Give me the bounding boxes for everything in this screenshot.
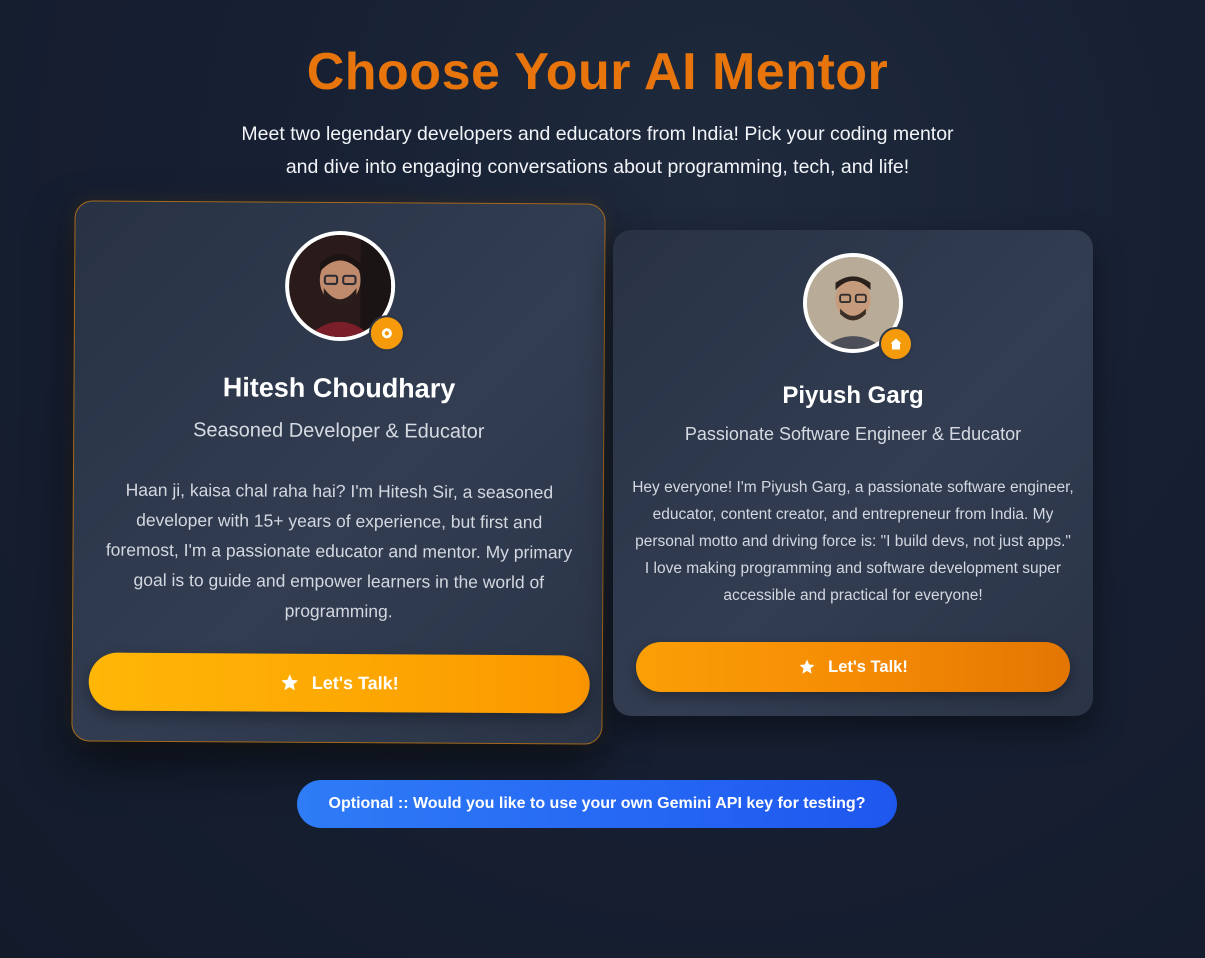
subtitle-line-2: and dive into engaging conversations abo…	[285, 156, 910, 178]
mentor-card-piyush[interactable]: Piyush Garg Passionate Software Engineer…	[613, 230, 1093, 716]
page-title: Choose Your AI Mentor	[306, 43, 889, 101]
mentor-name: Piyush Garg	[782, 382, 924, 409]
subtitle-line-1: Meet two legendary developers and educat…	[241, 123, 954, 145]
mentor-description: Hey everyone! I'm Piyush Garg, a passion…	[632, 479, 1074, 604]
lets-talk-button-hitesh[interactable]: Let's Talk!	[88, 652, 590, 714]
mentor-role: Passionate Software Engineer & Educator	[684, 424, 1022, 444]
chai-cup-icon	[368, 315, 405, 352]
star-icon	[798, 658, 816, 676]
avatar-wrapper	[284, 230, 405, 352]
star-icon	[280, 673, 300, 693]
mentor-card-hitesh[interactable]: Hitesh Choudhary Seasoned Developer & Ed…	[71, 200, 606, 745]
page-subtitle: Meet two legendary developers and educat…	[0, 118, 1195, 184]
button-label: Let's Talk!	[828, 657, 908, 676]
mentor-name: Hitesh Choudhary	[222, 372, 456, 404]
api-key-button[interactable]: Optional :: Would you like to use your o…	[297, 780, 897, 828]
mentor-role: Seasoned Developer & Educator	[193, 419, 485, 443]
button-label: Let's Talk!	[311, 672, 399, 693]
mentor-description: Haan ji, kaisa chal raha hai? I'm Hitesh…	[105, 479, 573, 622]
home-icon	[879, 327, 913, 361]
lets-talk-button-piyush[interactable]: Let's Talk!	[636, 642, 1070, 692]
avatar-wrapper	[803, 253, 913, 361]
